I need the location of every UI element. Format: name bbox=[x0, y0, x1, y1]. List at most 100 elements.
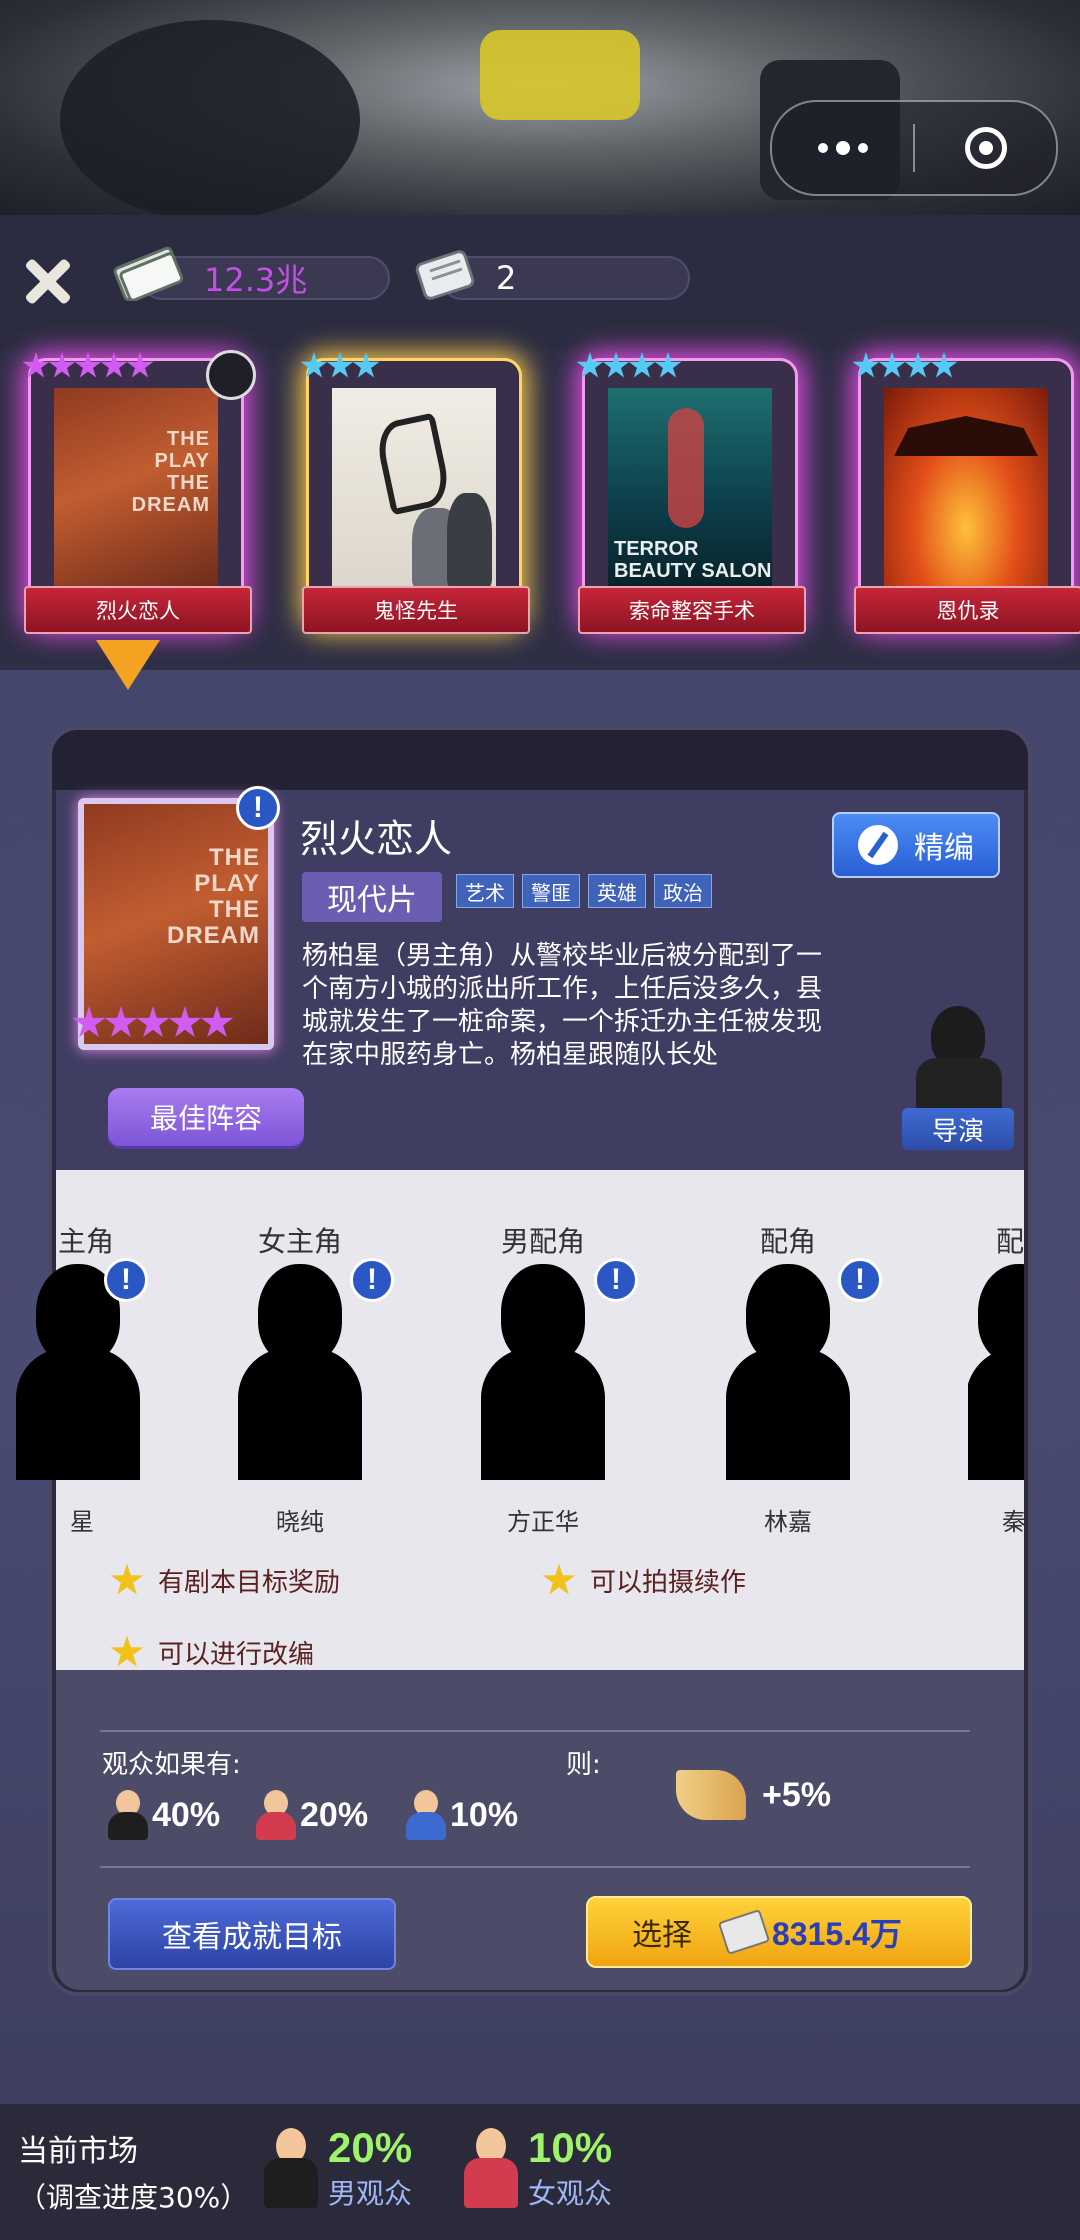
more-dots-icon bbox=[817, 141, 868, 155]
poster-text: THE bbox=[209, 896, 260, 923]
divider bbox=[100, 1866, 970, 1868]
star-icon bbox=[168, 1006, 202, 1037]
director-button[interactable]: 导演 bbox=[902, 1006, 1014, 1156]
info-alert-icon[interactable]: ! bbox=[350, 1258, 394, 1302]
selected-arrow-icon bbox=[96, 640, 160, 690]
bonus-value: +5% bbox=[762, 1775, 831, 1814]
select-label: 选择 bbox=[632, 1918, 692, 1953]
movie-card-3[interactable]: TERROR BEAUTY SALON 索命整容手术 bbox=[576, 352, 806, 634]
divider bbox=[100, 1730, 970, 1732]
select-button[interactable]: 选择 8315.4万 bbox=[586, 1896, 972, 1968]
perk-label: 有剧本目标奖励 bbox=[158, 1568, 341, 1598]
audience-bonus: +5% bbox=[676, 1770, 831, 1820]
cast-slot-2[interactable]: 女主角 晓纯 bbox=[238, 1220, 362, 1550]
movie-card-1[interactable]: THE PLAY THE DREAM 烈火恋人 bbox=[22, 350, 256, 634]
lightbulb-icon bbox=[206, 350, 256, 400]
star-icon bbox=[326, 352, 354, 378]
star-icon bbox=[48, 352, 76, 378]
tag: 英雄 bbox=[588, 874, 646, 908]
detail-star-rating bbox=[72, 1006, 234, 1040]
miniprogram-capsule bbox=[770, 100, 1058, 196]
star-icon bbox=[300, 352, 328, 378]
synopsis-text[interactable]: 杨柏星（男主角）从警校毕业后被分配到了一个南方小城的派出所工作，上任后没多久，县… bbox=[302, 940, 842, 1066]
movie-card-4[interactable]: 恩仇录 bbox=[852, 352, 1080, 634]
star-icon bbox=[542, 1563, 576, 1595]
star-icon bbox=[74, 352, 102, 378]
more-button[interactable] bbox=[772, 102, 913, 194]
market-male: 20% 男观众 bbox=[264, 2124, 412, 2212]
director-avatar bbox=[931, 1006, 985, 1066]
movie-card-2[interactable]: 鬼怪先生 bbox=[300, 352, 530, 634]
silhouette-body bbox=[238, 1348, 362, 1480]
market-female-label: 女观众 bbox=[528, 2177, 613, 2210]
target-icon bbox=[964, 127, 1007, 169]
audience-male: 40% bbox=[108, 1790, 220, 1840]
silhouette-body bbox=[726, 1348, 850, 1480]
info-alert-icon[interactable]: ! bbox=[838, 1258, 882, 1302]
market-female-percent: 10% bbox=[528, 2124, 613, 2171]
star-icon bbox=[110, 1563, 144, 1595]
movie-title-label: 鬼怪先生 bbox=[302, 586, 530, 634]
perk-label: 可以拍摄续作 bbox=[590, 1568, 747, 1598]
cast-slot-4[interactable]: 配角 林嘉 bbox=[726, 1220, 850, 1550]
movie-title-label: 索命整容手术 bbox=[578, 586, 806, 634]
close-icon[interactable] bbox=[18, 250, 78, 310]
info-alert-icon[interactable]: ! bbox=[236, 786, 280, 830]
info-alert-icon[interactable]: ! bbox=[104, 1258, 148, 1302]
poster-image: TERROR BEAUTY SALON bbox=[608, 388, 772, 588]
audience-child: 10% bbox=[406, 1790, 518, 1840]
script-value: 2 bbox=[496, 259, 517, 297]
market-male-percent: 20% bbox=[328, 2124, 413, 2171]
scene-shape bbox=[60, 20, 360, 215]
poster-text: PLAY bbox=[154, 450, 210, 472]
perk-item: 可以拍摄续作 bbox=[542, 1562, 746, 1599]
info-alert-icon[interactable]: ! bbox=[594, 1258, 638, 1302]
poster-image bbox=[884, 388, 1048, 588]
poster-text: PLAY bbox=[194, 870, 260, 897]
edit-label: 精编 bbox=[914, 831, 974, 866]
perk-item: 可以进行改编 bbox=[110, 1634, 314, 1671]
pen-icon bbox=[858, 825, 898, 865]
star-icon bbox=[22, 352, 50, 378]
star-icon bbox=[104, 1006, 138, 1037]
star-icon bbox=[930, 352, 958, 378]
cost-display: 8315.4万 bbox=[717, 1909, 902, 1955]
tag-list: 艺术 警匪 英雄 政治 bbox=[456, 874, 712, 908]
genre-badge: 现代片 bbox=[302, 872, 442, 922]
movie-title-label: 烈火恋人 bbox=[24, 586, 252, 634]
scene-shape bbox=[480, 30, 640, 120]
market-male-label: 男观众 bbox=[328, 2177, 413, 2210]
edit-button[interactable]: 精编 bbox=[832, 812, 1000, 878]
market-progress: （调查进度30%） bbox=[18, 2181, 249, 2214]
audience-value: 10% bbox=[450, 1795, 519, 1834]
star-icon bbox=[576, 352, 604, 378]
actor-name: 晓纯 bbox=[276, 1508, 324, 1536]
cast-slot-5[interactable]: 配 秦 bbox=[968, 1220, 1024, 1550]
tag: 警匪 bbox=[522, 874, 580, 908]
poster-image bbox=[332, 388, 496, 588]
star-icon bbox=[602, 352, 630, 378]
cash-icon bbox=[717, 1909, 771, 1955]
star-icon bbox=[110, 1635, 144, 1667]
movie-title: 烈火恋人 bbox=[300, 817, 453, 861]
actor-name: 林嘉 bbox=[764, 1508, 812, 1536]
book-icon bbox=[676, 1770, 746, 1820]
exit-button[interactable] bbox=[915, 102, 1056, 194]
role-label: 男配角 bbox=[500, 1225, 585, 1258]
role-label: 女主角 bbox=[257, 1225, 342, 1258]
best-cast-button[interactable]: 最佳阵容 bbox=[108, 1088, 304, 1146]
male-avatar-icon bbox=[108, 1790, 148, 1840]
cast-slot-3[interactable]: 男配角 方正华 bbox=[481, 1220, 605, 1550]
audience-value: 20% bbox=[300, 1795, 369, 1834]
actor-name: 方正华 bbox=[507, 1508, 579, 1536]
child-avatar-icon bbox=[406, 1790, 446, 1840]
tag: 艺术 bbox=[456, 874, 514, 908]
movie-title-label: 恩仇录 bbox=[854, 586, 1080, 634]
poster-image: THE PLAY THE DREAM bbox=[54, 388, 218, 588]
poster-text: THE bbox=[167, 472, 210, 494]
audience-then-label: 则: bbox=[566, 1750, 601, 1780]
star-icon bbox=[878, 352, 906, 378]
perk-item: 有剧本目标奖励 bbox=[110, 1562, 340, 1599]
view-goals-button[interactable]: 查看成就目标 bbox=[108, 1898, 396, 1970]
poster-text: DREAM bbox=[131, 494, 210, 516]
